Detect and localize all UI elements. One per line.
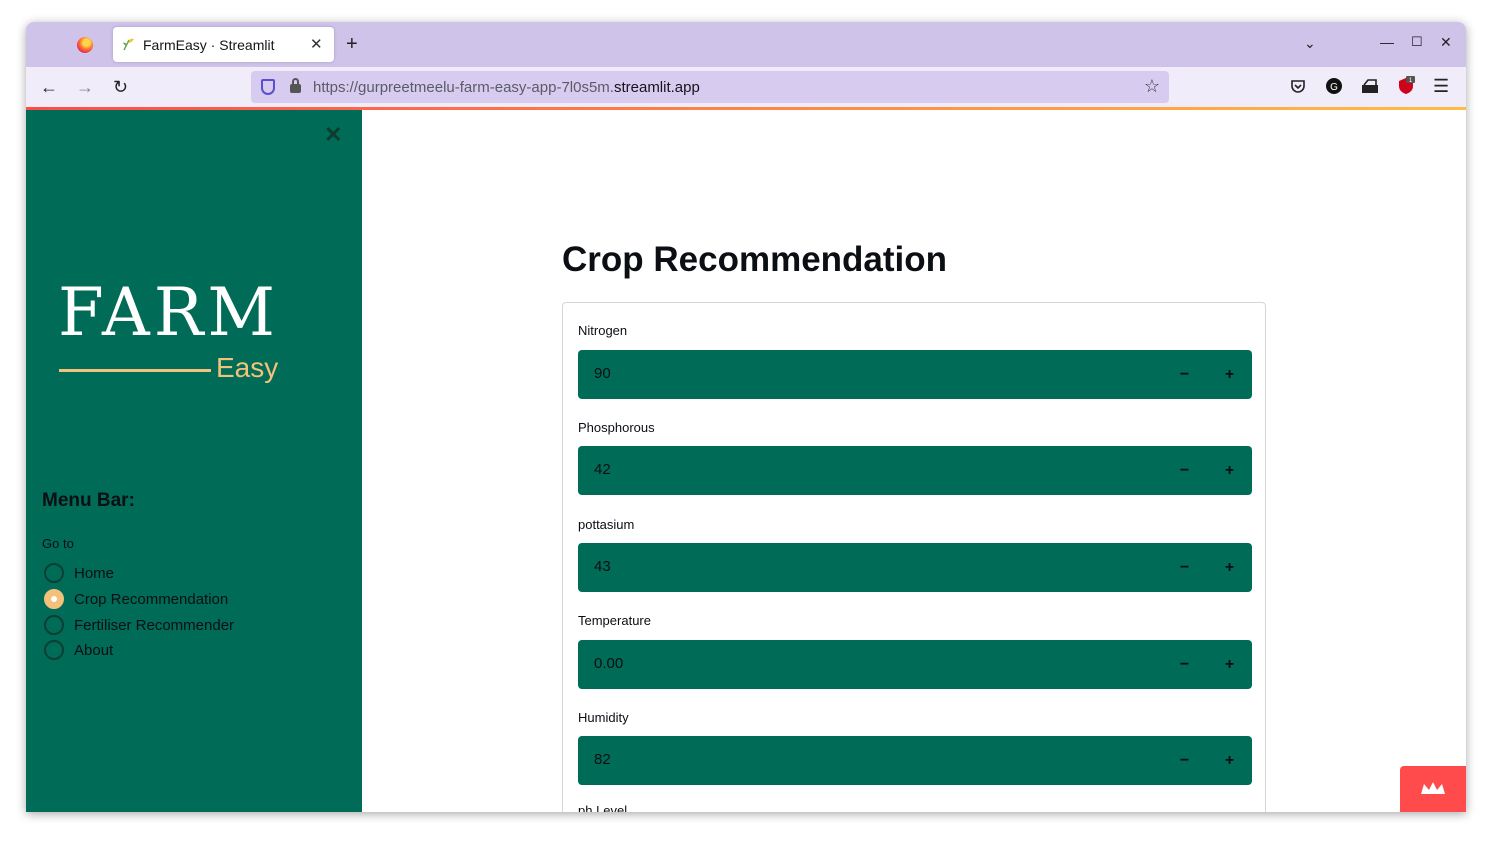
menu-title: Menu Bar: — [42, 490, 135, 511]
decrement-button[interactable]: − — [1162, 736, 1207, 785]
input-value[interactable]: 90 — [594, 365, 611, 382]
input-value[interactable]: 43 — [594, 558, 611, 575]
back-icon[interactable]: ← — [40, 77, 58, 98]
pottasium-input[interactable]: 43 − + — [578, 543, 1252, 592]
lock-icon[interactable] — [290, 78, 301, 93]
logo-underline — [59, 369, 211, 372]
radio-button[interactable] — [44, 563, 64, 583]
increment-button[interactable]: + — [1207, 640, 1252, 689]
minimize-icon[interactable]: — — [1380, 34, 1394, 50]
radio-about[interactable]: About — [44, 639, 113, 661]
forward-icon[interactable]: → — [76, 77, 94, 98]
radio-button[interactable] — [44, 615, 64, 635]
sidebar: ✕ FARM Easy Menu Bar: Go to Home Crop Re… — [26, 110, 362, 812]
close-window-icon[interactable]: ✕ — [1440, 34, 1452, 51]
close-tab-icon[interactable]: ✕ — [310, 35, 323, 53]
shield-icon[interactable] — [261, 79, 275, 95]
increment-button[interactable]: + — [1207, 543, 1252, 592]
logo-easy-text: Easy — [216, 352, 279, 383]
page-title: Crop Recommendation — [562, 240, 948, 279]
humidity-input[interactable]: 82 − + — [578, 736, 1252, 785]
browser-window: FarmEasy · Streamlit ✕ + ⌄ — ☐ ✕ ← → ↻ h… — [26, 22, 1466, 812]
radio-label: Home — [74, 564, 115, 582]
maximize-icon[interactable]: ☐ — [1411, 34, 1423, 50]
temperature-input[interactable]: 0.00 − + — [578, 640, 1252, 689]
decrement-button[interactable]: − — [1162, 446, 1207, 495]
pocket-icon[interactable] — [1288, 76, 1308, 96]
firefox-icon[interactable] — [77, 37, 93, 53]
decrement-button[interactable]: − — [1162, 350, 1207, 399]
navigation-bar: ← → ↻ https://gurpreetmeelu-farm-easy-ap… — [26, 67, 1466, 107]
phosphorous-label: Phosphorous — [578, 420, 655, 435]
extension-icon[interactable] — [1360, 76, 1380, 96]
hamburger-menu-icon[interactable]: ☰ — [1433, 76, 1449, 97]
increment-button[interactable]: + — [1207, 446, 1252, 495]
tab-farmeasy[interactable]: FarmEasy · Streamlit ✕ — [113, 27, 334, 62]
phosphorous-input[interactable]: 42 − + — [578, 446, 1252, 495]
increment-button[interactable]: + — [1207, 350, 1252, 399]
radio-crop-recommendation[interactable]: Crop Recommendation — [44, 588, 228, 610]
ph-level-label: ph Level — [578, 803, 628, 812]
nitrogen-input[interactable]: 90 − + — [578, 350, 1252, 399]
tab-strip: FarmEasy · Streamlit ✕ + ⌄ — ☐ ✕ — [26, 22, 1466, 67]
radio-label: Crop Recommendation — [74, 590, 229, 608]
url-bar[interactable]: https://gurpreetmeelu-farm-easy-app-7l0s… — [251, 71, 1169, 103]
input-value[interactable]: 42 — [594, 461, 611, 478]
url-text[interactable]: https://gurpreetmeelu-farm-easy-app-7l0s… — [313, 79, 700, 96]
radio-home[interactable]: Home — [44, 562, 114, 584]
streamlit-badge[interactable] — [1400, 766, 1466, 812]
sprout-icon — [123, 38, 134, 51]
goto-label: Go to — [42, 536, 74, 551]
radio-fertiliser-recommender[interactable]: Fertiliser Recommender — [44, 614, 234, 636]
increment-button[interactable]: + — [1207, 736, 1252, 785]
humidity-label: Humidity — [578, 710, 629, 725]
radio-button-selected[interactable] — [44, 589, 64, 609]
temperature-label: Temperature — [578, 613, 651, 628]
new-tab-icon[interactable]: + — [346, 33, 358, 56]
radio-button[interactable] — [44, 640, 64, 660]
pottasium-label: pottasium — [578, 517, 635, 532]
svg-text:G: G — [1330, 82, 1338, 93]
decrement-button[interactable]: − — [1162, 640, 1207, 689]
tab-title: FarmEasy · Streamlit — [143, 37, 275, 53]
app-page: ✕ FARM Easy Menu Bar: Go to Home Crop Re… — [26, 110, 1466, 812]
input-value[interactable]: 82 — [594, 751, 611, 768]
bookmark-star-icon[interactable]: ☆ — [1144, 76, 1160, 97]
decrement-button[interactable]: − — [1162, 543, 1207, 592]
ublock-icon[interactable]: 1 — [1396, 76, 1416, 96]
reload-icon[interactable]: ↻ — [113, 77, 128, 98]
crown-icon — [1421, 782, 1445, 794]
crop-form: Nitrogen 90 − + Phosphorous 42 − + potta… — [562, 302, 1266, 812]
radio-label: About — [74, 641, 114, 659]
farmeasy-logo: FARM Easy — [58, 278, 288, 393]
logo-farm-text: FARM — [58, 274, 279, 351]
chevron-down-icon[interactable]: ⌄ — [1304, 35, 1316, 52]
account-g-icon[interactable]: G — [1324, 76, 1344, 96]
close-sidebar-icon[interactable]: ✕ — [324, 122, 342, 148]
nitrogen-label: Nitrogen — [578, 323, 628, 338]
radio-label: Fertiliser Recommender — [74, 616, 235, 634]
input-value[interactable]: 0.00 — [594, 655, 623, 672]
